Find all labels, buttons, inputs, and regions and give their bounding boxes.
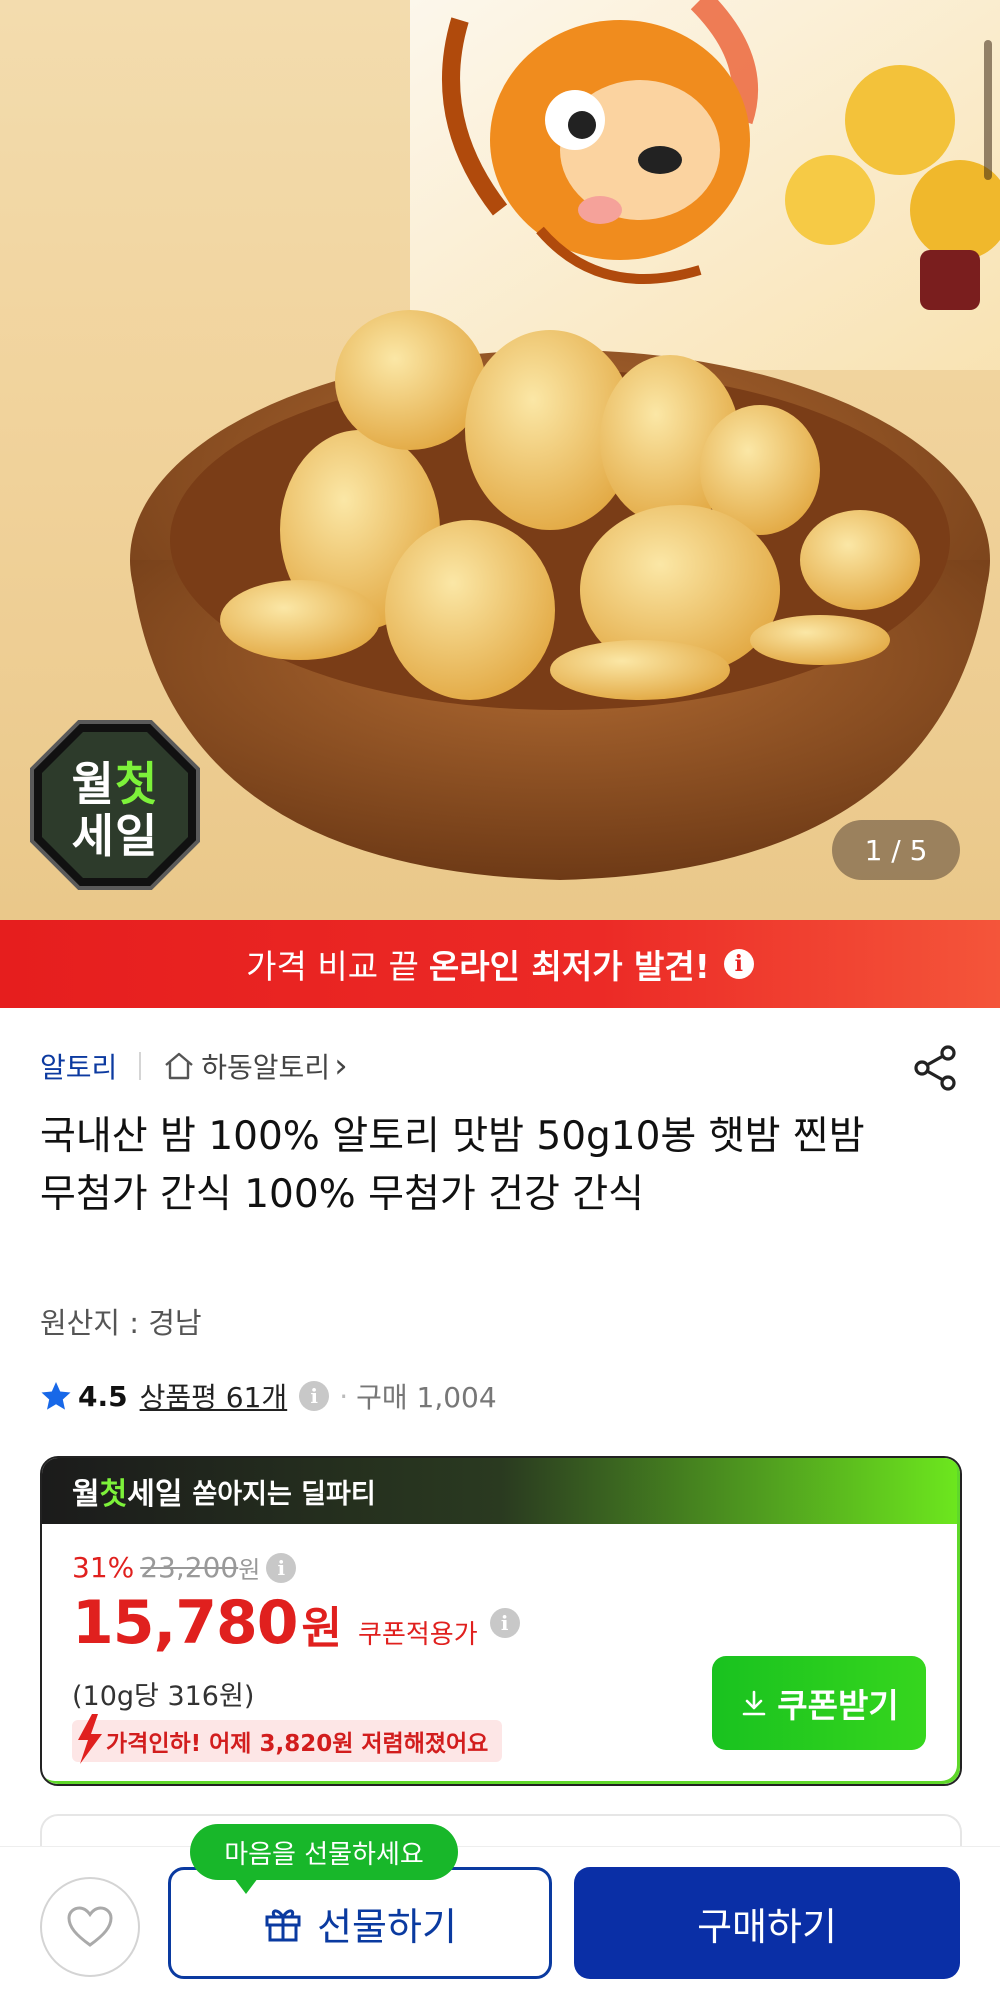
rating-row: 4.5 상품평 61개 i · 구매 1,004 bbox=[40, 1374, 497, 1418]
deal-header-text: 쏟아지는 딜파티 bbox=[192, 1478, 376, 1510]
get-coupon-label: 쿠폰받기 bbox=[777, 1686, 899, 1725]
rating-value: 4.5 bbox=[78, 1379, 128, 1413]
heart-icon bbox=[67, 1906, 113, 1947]
deal-card: 월 첫 세일 쏟아지는 딜파티 31% 23,200 원 i 15,780 원 … bbox=[40, 1456, 962, 1786]
banner-text-light: 가격 비교 끝 bbox=[246, 947, 419, 986]
gift-icon bbox=[265, 1909, 301, 1942]
get-coupon-button[interactable]: 쿠폰받기 bbox=[712, 1656, 926, 1750]
monthly-first-sale-badge: 월첫 세일 bbox=[28, 718, 202, 892]
product-title: 국내산 밤 100% 알토리 맛밤 50g10봉 햇밤 찐밤 무첨가 간식 10… bbox=[40, 1114, 865, 1217]
gift-button[interactable]: 선물하기 bbox=[168, 1867, 552, 1979]
review-count-link[interactable]: 상품평 61개 bbox=[140, 1376, 288, 1416]
banner-text-bold: 온라인 최저가 발견! bbox=[428, 947, 710, 986]
price-drop-notice: 가격인하! 어제 3,820원 저렴해졌어요 bbox=[72, 1714, 503, 1764]
store-name: 하동알토리 bbox=[201, 1051, 331, 1084]
download-icon bbox=[742, 1690, 766, 1716]
coupon-price-label: 쿠폰적용가 bbox=[358, 1620, 478, 1650]
discount-rate: 31% bbox=[72, 1551, 135, 1584]
image-counter: 1 / 5 bbox=[832, 820, 960, 880]
price-row: 15,780 원 쿠폰적용가 i bbox=[72, 1588, 520, 1658]
discount-row: 31% 23,200 원 i bbox=[72, 1550, 297, 1585]
unit-price: (10g당 316원) bbox=[72, 1681, 255, 1712]
star-icon bbox=[41, 1382, 71, 1410]
info-icon[interactable]: i bbox=[723, 949, 754, 979]
divider bbox=[139, 1052, 142, 1080]
purchase-count: 구매 1,004 bbox=[356, 1381, 497, 1414]
gift-tooltip: 마음을 선물하세요 bbox=[190, 1824, 458, 1894]
original-price: 23,200 bbox=[140, 1551, 239, 1584]
brand-link[interactable]: 알토리 bbox=[40, 1046, 117, 1086]
share-icon[interactable] bbox=[912, 1044, 960, 1092]
sale-price-unit: 원 bbox=[301, 1603, 343, 1654]
dot-separator: · bbox=[339, 1379, 349, 1413]
gift-button-label: 선물하기 bbox=[317, 1904, 457, 1949]
sale-price: 15,780 bbox=[72, 1588, 299, 1658]
brand-row: 알토리 하동알토리 › bbox=[40, 1046, 348, 1086]
bottom-action-bar: 선물하기 구매하기 bbox=[0, 1846, 1000, 2007]
image-scrollbar bbox=[984, 40, 992, 180]
product-image-carousel[interactable]: 월첫 세일 1 / 5 bbox=[0, 0, 1000, 920]
origin-info: 원산지 : 경남 bbox=[40, 1306, 202, 1340]
deal-header: 월 첫 세일 쏟아지는 딜파티 bbox=[42, 1458, 960, 1524]
info-icon[interactable]: i bbox=[266, 1552, 297, 1583]
wishlist-button[interactable] bbox=[40, 1877, 140, 1977]
info-icon[interactable]: i bbox=[489, 1608, 520, 1638]
info-icon[interactable]: i bbox=[299, 1381, 330, 1411]
deal-header-g: 첫 bbox=[99, 1477, 128, 1512]
store-link[interactable]: 하동알토리 › bbox=[163, 1046, 348, 1086]
lightning-icon bbox=[78, 1714, 102, 1764]
buy-button-label: 구매하기 bbox=[697, 1904, 837, 1949]
price-drop-text: 가격인하! 어제 3,820원 저렴해졌어요 bbox=[106, 1731, 489, 1757]
chevron-right-icon: › bbox=[334, 1046, 348, 1086]
deal-header-w: 월 bbox=[72, 1477, 100, 1512]
lowest-price-banner[interactable]: 가격 비교 끝 온라인 최저가 발견! i bbox=[0, 920, 1000, 1008]
home-icon bbox=[165, 1052, 194, 1080]
original-price-unit: 원 bbox=[238, 1556, 261, 1584]
buy-button[interactable]: 구매하기 bbox=[574, 1867, 960, 1979]
deal-header-s: 세일 bbox=[127, 1477, 183, 1512]
